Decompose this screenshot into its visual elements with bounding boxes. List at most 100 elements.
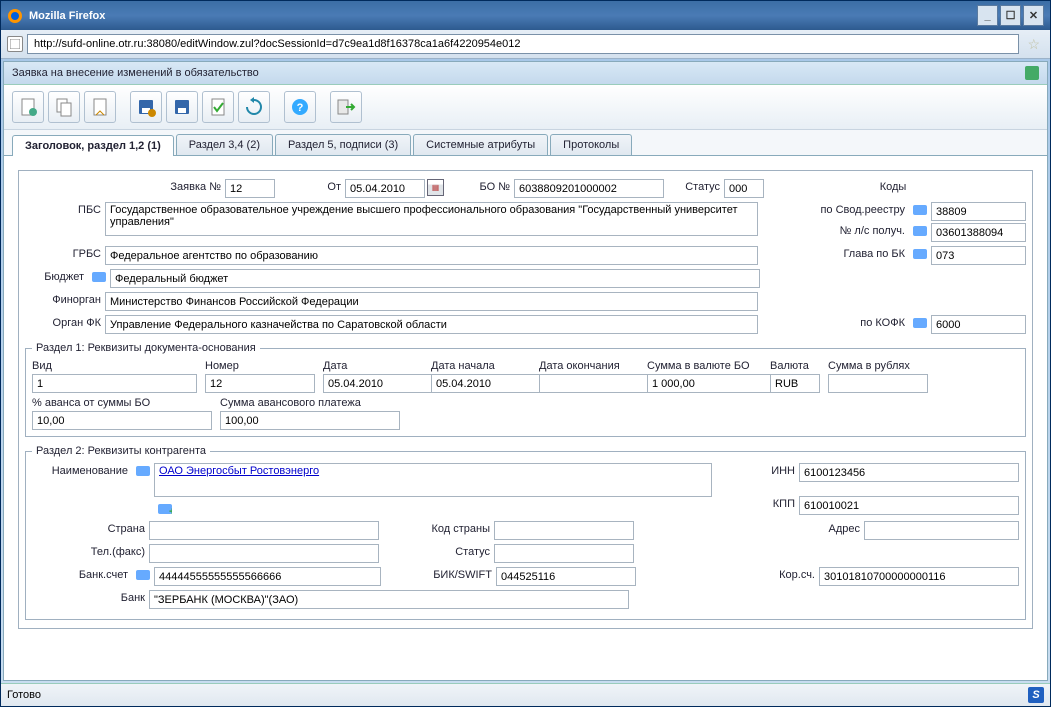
browser-window: Mozilla Firefox _ ☐ ✕ ☆ Заявка на внесен… bbox=[0, 0, 1051, 707]
label: Кор.сч. bbox=[636, 567, 819, 581]
glava-bk-field[interactable] bbox=[931, 246, 1026, 265]
request-date-field[interactable] bbox=[345, 179, 425, 198]
statusbar: Готово S bbox=[1, 683, 1050, 706]
svod-reestr-field[interactable] bbox=[931, 202, 1026, 221]
calendar-icon[interactable]: ▦ bbox=[427, 179, 444, 196]
minimize-button[interactable]: _ bbox=[977, 5, 998, 26]
skype-status-icon[interactable]: S bbox=[1028, 687, 1044, 703]
label: Страна bbox=[32, 521, 149, 535]
form-body: Заявка № От ▦ БО № Статус Коды ПБС Госуд… bbox=[4, 156, 1047, 680]
bookmark-star-icon[interactable]: ☆ bbox=[1023, 36, 1044, 53]
document-title: Заявка на внесение изменений в обязатель… bbox=[12, 67, 259, 79]
restore-icon[interactable] bbox=[1025, 66, 1039, 80]
tab-system-attrs[interactable]: Системные атрибуты bbox=[413, 134, 548, 155]
firefox-icon bbox=[7, 8, 23, 24]
svg-text:?: ? bbox=[297, 102, 304, 114]
label: ГРБС bbox=[25, 246, 105, 260]
add-icon[interactable]: + bbox=[157, 501, 173, 517]
label: Дата начала bbox=[431, 360, 531, 372]
status-field[interactable] bbox=[724, 179, 764, 198]
svg-text:+: + bbox=[169, 506, 172, 516]
tab-header[interactable]: Заголовок, раздел 1,2 (1) bbox=[12, 135, 174, 156]
valuta-field[interactable] bbox=[770, 374, 820, 393]
maximize-button[interactable]: ☐ bbox=[1000, 5, 1021, 26]
toolbar: ? bbox=[4, 85, 1047, 130]
tab-protocols[interactable]: Протоколы bbox=[550, 134, 632, 155]
label: БИК/SWIFT bbox=[381, 567, 496, 581]
budget-field[interactable] bbox=[110, 269, 760, 288]
section2-legend: Раздел 2: Реквизиты контрагента bbox=[32, 445, 210, 457]
label: по КОФК bbox=[758, 315, 909, 329]
grbs-field[interactable] bbox=[105, 246, 758, 265]
help-button[interactable]: ? bbox=[284, 91, 316, 123]
section1-fieldset: Раздел 1: Реквизиты документа-основания … bbox=[25, 342, 1026, 437]
label: Банк bbox=[32, 590, 149, 604]
bik-field[interactable] bbox=[496, 567, 636, 586]
summa-rub-field[interactable] bbox=[828, 374, 928, 393]
label: Сумма авансового платежа bbox=[220, 397, 400, 409]
lookup-icon[interactable] bbox=[912, 246, 928, 262]
label: Код страны bbox=[379, 521, 494, 535]
label: по Свод.реестру bbox=[758, 202, 909, 216]
request-number-field[interactable] bbox=[225, 179, 275, 198]
vid-field[interactable] bbox=[32, 374, 197, 393]
bank-schet-field[interactable] bbox=[154, 567, 381, 586]
tab-section34[interactable]: Раздел 3,4 (2) bbox=[176, 134, 273, 155]
label: Адрес bbox=[634, 521, 864, 535]
label: Тел.(факс) bbox=[32, 544, 149, 558]
save-commit-button[interactable] bbox=[130, 91, 162, 123]
label: От bbox=[275, 179, 345, 193]
page-icon bbox=[7, 36, 23, 52]
lookup-icon[interactable] bbox=[912, 315, 928, 331]
tab-section5[interactable]: Раздел 5, подписи (3) bbox=[275, 134, 411, 155]
lookup-icon[interactable] bbox=[135, 463, 151, 479]
kpp-field[interactable] bbox=[799, 496, 1019, 515]
approve-button[interactable] bbox=[202, 91, 234, 123]
label: Заявка № bbox=[25, 179, 225, 193]
korsch-field[interactable] bbox=[819, 567, 1019, 586]
pbs-field[interactable]: Государственное образовательное учрежден… bbox=[105, 202, 758, 236]
save-button[interactable] bbox=[166, 91, 198, 123]
bo-number-field[interactable] bbox=[514, 179, 664, 198]
avans-pct-field[interactable] bbox=[32, 411, 212, 430]
label: Дата окончания bbox=[539, 360, 639, 372]
section2-fieldset: Раздел 2: Реквизиты контрагента Наименов… bbox=[25, 445, 1026, 620]
titlebar: Mozilla Firefox _ ☐ ✕ bbox=[1, 1, 1050, 30]
tel-field[interactable] bbox=[149, 544, 379, 563]
lookup-icon[interactable] bbox=[912, 202, 928, 218]
doc-print-button[interactable] bbox=[84, 91, 116, 123]
exit-button[interactable] bbox=[330, 91, 362, 123]
ls-field[interactable] bbox=[931, 223, 1026, 242]
kod-strany-field[interactable] bbox=[494, 521, 634, 540]
label: Банк.счет bbox=[32, 567, 132, 581]
finorg-field[interactable] bbox=[105, 292, 758, 311]
label: Коды bbox=[764, 179, 1026, 193]
label: Сумма в валюте БО bbox=[647, 360, 762, 372]
status-text: Готово bbox=[7, 689, 41, 701]
contragent-name-link[interactable]: ОАО Энергосбыт Ростовэнерго bbox=[159, 465, 319, 477]
label: Вид bbox=[32, 360, 197, 372]
refresh-button[interactable] bbox=[238, 91, 270, 123]
doc-copy-button[interactable] bbox=[48, 91, 80, 123]
kofk-field[interactable] bbox=[931, 315, 1026, 334]
adres-field[interactable] bbox=[864, 521, 1019, 540]
lookup-icon[interactable] bbox=[912, 223, 928, 239]
organfk-field[interactable] bbox=[105, 315, 758, 334]
close-button[interactable]: ✕ bbox=[1023, 5, 1044, 26]
nomer-field[interactable] bbox=[205, 374, 315, 393]
lookup-icon[interactable] bbox=[91, 269, 107, 285]
avans-sum-field[interactable] bbox=[220, 411, 400, 430]
label: КПП bbox=[749, 496, 799, 510]
label: Статус bbox=[664, 179, 724, 193]
strana-field[interactable] bbox=[149, 521, 379, 540]
label: Наименование bbox=[32, 463, 132, 477]
inn-field[interactable] bbox=[799, 463, 1019, 482]
label: % аванса от суммы БО bbox=[32, 397, 212, 409]
status2-field[interactable] bbox=[494, 544, 634, 563]
doc-new-button[interactable] bbox=[12, 91, 44, 123]
label: Бюджет bbox=[25, 269, 88, 283]
bank-field[interactable] bbox=[149, 590, 629, 609]
lookup-icon[interactable] bbox=[135, 567, 151, 583]
url-input[interactable] bbox=[27, 34, 1019, 54]
label: Номер bbox=[205, 360, 315, 372]
